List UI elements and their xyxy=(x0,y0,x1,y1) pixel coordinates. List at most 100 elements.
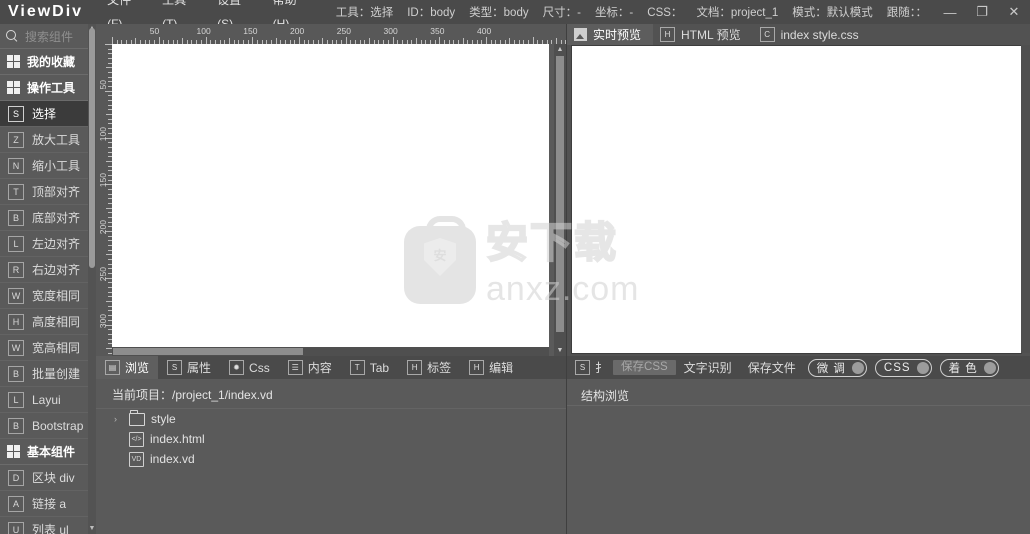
sidebar-group-optools[interactable]: 操作工具 xyxy=(0,75,96,101)
text-recognition-button[interactable]: 文字识别 xyxy=(676,356,740,379)
tab-label: 内容 xyxy=(307,361,332,375)
shortcut-key: W xyxy=(8,339,24,356)
tab-live-preview[interactable]: 实时预览 xyxy=(567,24,654,45)
status-follow: 跟随：： xyxy=(886,7,927,19)
list-item[interactable]: › style xyxy=(96,409,566,429)
horizontal-ruler[interactable]: 50 100 150 200 250 300 350 400 xyxy=(112,24,566,44)
structure-icon: S xyxy=(575,360,590,375)
preview-scrollbar[interactable] xyxy=(1021,45,1030,353)
list-item[interactable]: </> index.html xyxy=(96,429,566,449)
canvas-horizontal-scrollbar[interactable] xyxy=(112,347,549,356)
sidebar-item-label: 链接 a xyxy=(32,497,67,511)
sidebar-item-zoom-in[interactable]: Z 放大工具 xyxy=(0,127,96,153)
sidebar-group-label: 基本组件 xyxy=(27,445,76,459)
chevron-right-icon[interactable]: › xyxy=(114,414,123,424)
properties-icon: S xyxy=(167,360,183,375)
toggle-css[interactable]: CSS xyxy=(874,358,932,377)
sidebar-item-label: 底部对齐 xyxy=(32,211,81,225)
sidebar-item-same-width[interactable]: W 宽度相同 xyxy=(0,283,96,309)
save-file-button[interactable]: 保存文件 xyxy=(740,356,804,379)
maximize-icon[interactable]: ❐ xyxy=(966,0,998,24)
ruler-label: 100 xyxy=(196,26,211,36)
structure-tool-button[interactable]: S 扌 xyxy=(567,356,615,379)
shortcut-key: L xyxy=(8,391,24,408)
sidebar-item-label: 缩小工具 xyxy=(32,159,81,173)
vertical-ruler[interactable]: 50 100 150 200 250 300 xyxy=(96,44,112,356)
scroll-down-icon[interactable]: ▼ xyxy=(88,524,96,534)
sidebar-item-layui[interactable]: L Layui xyxy=(0,387,96,413)
sidebar-item-list[interactable]: U 列表 ul xyxy=(0,517,96,534)
tab-edit[interactable]: H 编辑 xyxy=(460,356,522,379)
grid-icon xyxy=(7,81,20,94)
shortcut-key: R xyxy=(8,261,24,278)
tab-tags[interactable]: H 标签 xyxy=(398,356,460,379)
minimize-icon[interactable]: — xyxy=(934,0,966,24)
tab-index-style-css[interactable]: C index style.css xyxy=(753,24,871,45)
ruler-tick xyxy=(439,37,441,44)
ruler-label: 200 xyxy=(98,220,108,235)
toggle-label: 微 调 xyxy=(816,362,846,375)
css-icon: C xyxy=(759,27,775,42)
sidebar-item-align-top[interactable]: T 顶部对齐 xyxy=(0,179,96,205)
content-icon: ☰ xyxy=(287,360,303,375)
ruler-label: 100 xyxy=(98,126,108,141)
edit-icon: H xyxy=(469,360,485,375)
tab-label: Tab xyxy=(369,360,390,375)
shortcut-key: U xyxy=(8,521,24,534)
ruler-corner xyxy=(96,24,112,44)
design-canvas[interactable] xyxy=(112,44,549,350)
scroll-up-icon[interactable]: ▲ xyxy=(554,44,566,55)
canvas-hscroll-thumb[interactable] xyxy=(113,348,303,355)
sidebar-item-div[interactable]: D 区块 div xyxy=(0,465,96,491)
tab-html-preview[interactable]: H HTML 预览 xyxy=(653,24,753,45)
grid-icon xyxy=(7,445,20,458)
grid-icon xyxy=(7,55,20,68)
sidebar-item-align-left[interactable]: L 左边对齐 xyxy=(0,231,96,257)
sidebar-item-same-height[interactable]: H 高度相同 xyxy=(0,309,96,335)
tab-properties[interactable]: S 属性 xyxy=(158,356,220,379)
save-css-button[interactable]: 保存CSS xyxy=(613,360,676,375)
title-bar: ViewDiv 文件(F) 工具(T) 设置(S) 帮助(H) 工具：选择 ID… xyxy=(0,0,1030,31)
sidebar-group-favorites[interactable]: 我的收藏 xyxy=(0,49,96,75)
sidebar-item-zoom-out[interactable]: N 缩小工具 xyxy=(0,153,96,179)
shortcut-key: N xyxy=(8,157,24,174)
sidebar-item-bootstrap[interactable]: B Bootstrap xyxy=(0,413,96,439)
search-input[interactable]: 搜索组件 xyxy=(0,24,96,49)
toggle-label: CSS xyxy=(883,361,911,374)
sidebar-item-select[interactable]: S 选择 xyxy=(0,101,96,127)
scroll-down-icon[interactable]: ▼ xyxy=(554,345,566,356)
toggle-color[interactable]: 着 色 xyxy=(939,358,999,377)
sidebar-item-label: Layui xyxy=(32,392,61,407)
sidebar-item-label: 放大工具 xyxy=(32,133,81,147)
toggle-fine-tune[interactable]: 微 调 xyxy=(807,358,867,377)
sidebar-item-link[interactable]: A 链接 a xyxy=(0,491,96,517)
canvas-vertical-scrollbar[interactable]: ▲ ▼ xyxy=(554,44,566,356)
structure-browser-panel: 结构浏览 xyxy=(567,379,1030,534)
tab-browse[interactable]: ▤ 浏览 xyxy=(96,356,159,379)
folder-icon xyxy=(129,409,145,426)
tab-label: HTML 预览 xyxy=(681,28,741,42)
ruler-tick xyxy=(551,40,553,44)
search-icon xyxy=(6,29,19,43)
preview-viewport[interactable] xyxy=(571,45,1022,354)
sidebar-item-batch-create[interactable]: B 批量创建 xyxy=(0,361,96,387)
sidebar-item-align-bottom[interactable]: B 底部对齐 xyxy=(0,205,96,231)
tab-tab[interactable]: T Tab xyxy=(341,356,398,379)
sidebar-item-same-size[interactable]: W 宽高相同 xyxy=(0,335,96,361)
sidebar-scroll-thumb[interactable] xyxy=(89,28,95,268)
sidebar-group-basic-components[interactable]: 基本组件 xyxy=(0,439,96,465)
list-item[interactable]: VD index.vd xyxy=(96,449,566,469)
tab-css[interactable]: ✹ Css xyxy=(220,356,279,379)
tab-label: 实时预览 xyxy=(593,28,642,42)
ruler-tick xyxy=(205,37,207,44)
html-icon: H xyxy=(660,27,676,42)
shortcut-key: S xyxy=(8,105,24,122)
sidebar-scrollbar[interactable]: ▲ ▼ xyxy=(88,24,96,534)
preview-tab-bar: 实时预览 H HTML 预览 C index style.css xyxy=(567,24,1030,45)
sidebar-item-align-right[interactable]: R 右边对齐 xyxy=(0,257,96,283)
sidebar-group-label: 我的收藏 xyxy=(27,55,76,69)
close-icon[interactable]: ✕ xyxy=(998,0,1030,24)
tab-content[interactable]: ☰ 内容 xyxy=(279,356,341,379)
canvas-scroll-thumb[interactable] xyxy=(556,56,564,332)
ruler-label: 350 xyxy=(430,26,445,36)
